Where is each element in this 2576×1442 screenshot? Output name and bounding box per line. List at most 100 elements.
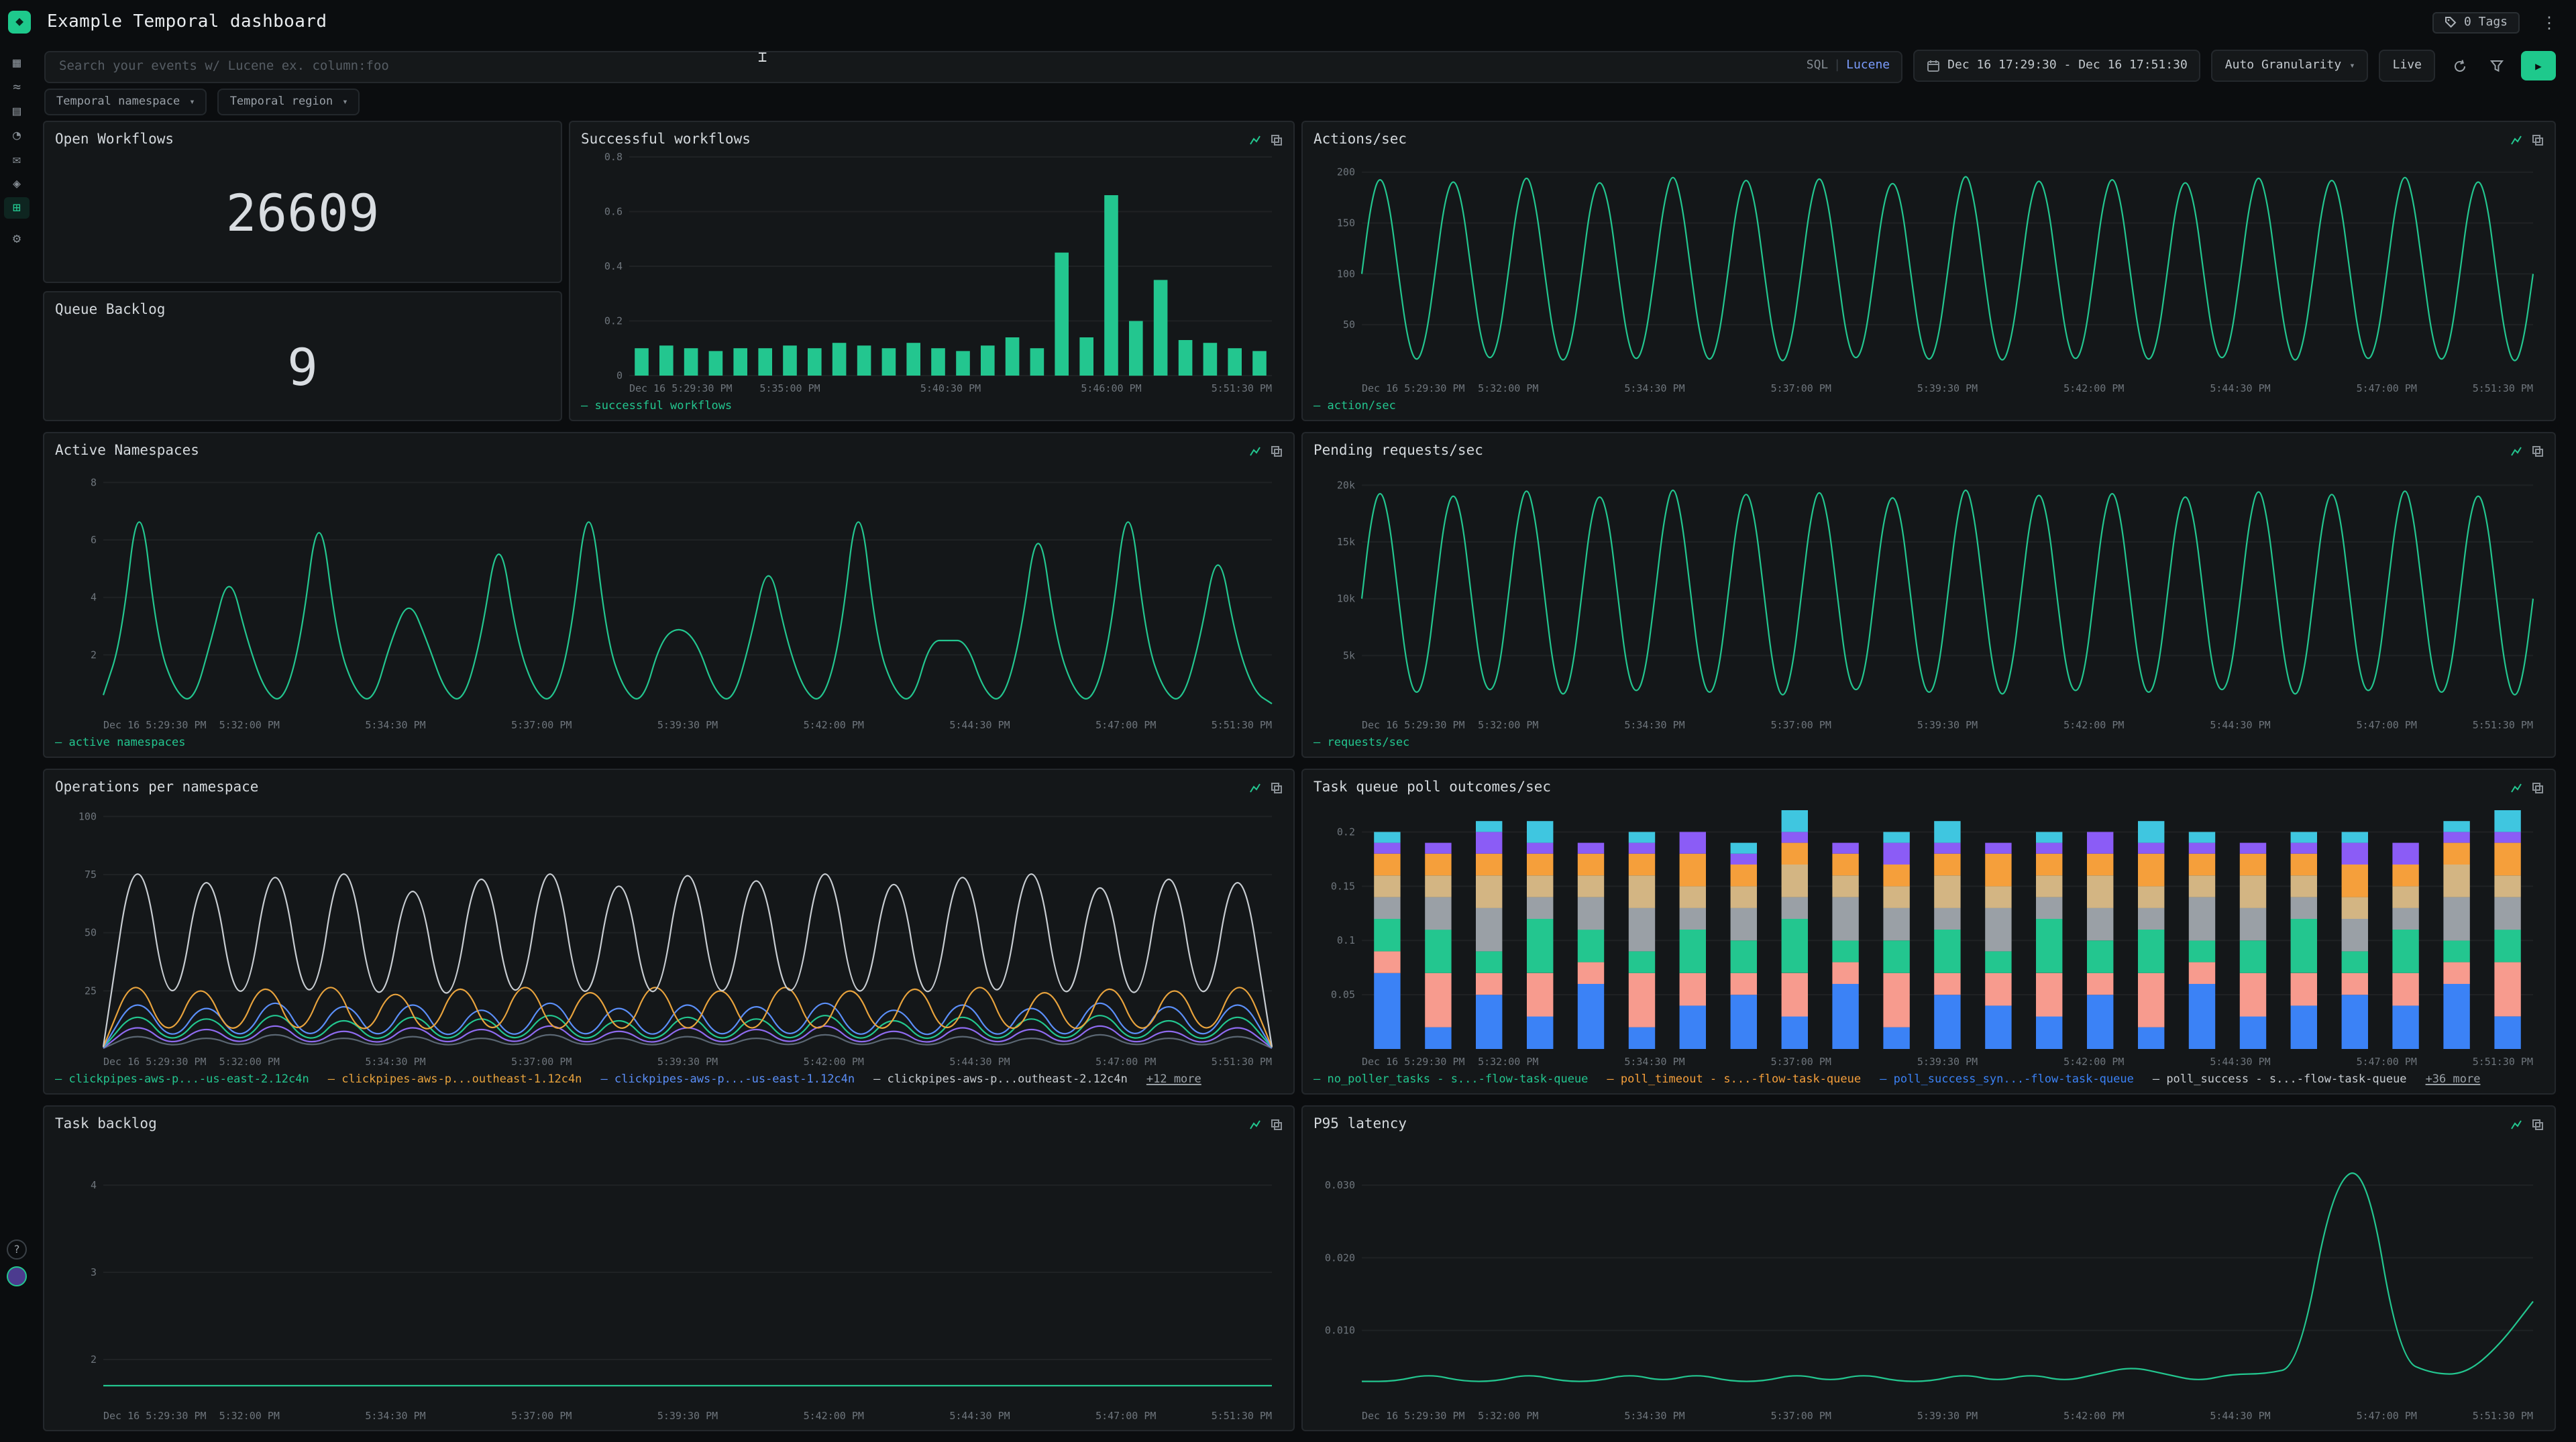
copy-panel-icon[interactable] — [1271, 781, 1283, 793]
nav-services-icon[interactable]: ◈ — [4, 173, 30, 195]
filter-temporal-region[interactable]: Temporal region ▾ — [218, 89, 360, 115]
legend-item[interactable]: — poll_timeout - s...-flow-task-queue — [1607, 1072, 1861, 1086]
pending-requests-chart[interactable]: 5k10k15k20kDec 16 5:29:30 PM5:32:00 PM5:… — [1313, 460, 2544, 734]
open-chart-icon[interactable] — [2510, 781, 2522, 793]
legend-item[interactable]: — poll_success - s...-flow-task-queue — [2153, 1072, 2407, 1086]
svg-text:0: 0 — [616, 370, 623, 382]
legend-item[interactable]: — no_poller_tasks - s...-flow-task-queue — [1313, 1072, 1588, 1086]
app-logo-icon[interactable]: ◆ — [8, 11, 31, 34]
chart-legend: — no_poller_tasks - s...-flow-task-queue… — [1313, 1070, 2544, 1088]
nav-dashboards-icon[interactable]: ⊞ — [4, 197, 30, 219]
svg-text:5:34:30 PM: 5:34:30 PM — [365, 1410, 425, 1422]
legend-item[interactable]: — successful workflows — [581, 399, 732, 412]
open-chart-icon[interactable] — [1249, 133, 1261, 146]
copy-panel-icon[interactable] — [2532, 781, 2544, 793]
nav-settings-icon[interactable]: ⚙ — [4, 228, 30, 249]
svg-text:Dec 16 5:29:30 PM: Dec 16 5:29:30 PM — [103, 1410, 207, 1422]
svg-text:5:47:00 PM: 5:47:00 PM — [2357, 382, 2417, 394]
legend-item[interactable]: — active namespaces — [55, 736, 185, 749]
filter-button[interactable] — [2483, 50, 2510, 82]
svg-text:Dec 16 5:29:30 PM: Dec 16 5:29:30 PM — [1362, 1410, 1465, 1422]
copy-panel-icon[interactable] — [2532, 1118, 2544, 1130]
open-chart-icon[interactable] — [2510, 1118, 2522, 1130]
lucene-toggle[interactable]: Lucene — [1846, 59, 1890, 72]
legend-item[interactable]: — poll_success_syn...-flow-task-queue — [1880, 1072, 2134, 1086]
user-avatar[interactable] — [7, 1266, 27, 1286]
task-queue-poll-chart[interactable]: 0.050.10.150.2Dec 16 5:29:30 PM5:32:00 P… — [1313, 797, 2544, 1070]
p95-latency-chart[interactable]: 0.0100.0200.030Dec 16 5:29:30 PM5:32:00 … — [1313, 1133, 2544, 1425]
granularity-select[interactable]: Auto Granularity ▾ — [2212, 50, 2369, 82]
open-chart-icon[interactable] — [2510, 445, 2522, 457]
panel-title: Actions/sec — [1313, 131, 1407, 148]
svg-text:5:42:00 PM: 5:42:00 PM — [2063, 382, 2124, 394]
kebab-menu-button[interactable]: ⋮ — [2536, 13, 2563, 32]
open-chart-icon[interactable] — [1249, 781, 1261, 793]
svg-text:100: 100 — [78, 810, 97, 822]
filter-temporal-namespace[interactable]: Temporal namespace ▾ — [44, 89, 207, 115]
svg-text:5:35:00 PM: 5:35:00 PM — [759, 382, 820, 394]
open-chart-icon[interactable] — [1249, 1118, 1261, 1130]
refresh-button[interactable] — [2446, 50, 2473, 82]
svg-text:15k: 15k — [1337, 536, 1355, 548]
legend-item[interactable]: — action/sec — [1313, 399, 1396, 412]
sql-toggle[interactable]: SQL — [1807, 59, 1829, 72]
help-button[interactable]: ? — [7, 1239, 27, 1260]
chevron-down-icon: ▾ — [342, 97, 347, 107]
tags-button[interactable]: 0 Tags — [2433, 11, 2520, 33]
svg-text:5:47:00 PM: 5:47:00 PM — [2357, 1056, 2417, 1068]
toggle-divider: | — [1833, 59, 1841, 72]
svg-text:0.010: 0.010 — [1325, 1325, 1355, 1337]
svg-text:0.030: 0.030 — [1325, 1179, 1355, 1191]
nav-alerts-icon[interactable]: ◔ — [4, 125, 30, 146]
legend-item[interactable]: — clickpipes-aws-p...outheast-2.12c4n — [873, 1072, 1128, 1086]
panel-title: Operations per namespace — [55, 779, 258, 795]
svg-text:Dec 16 5:29:30 PM: Dec 16 5:29:30 PM — [1362, 719, 1465, 731]
legend-item[interactable]: — clickpipes-aws-p...outheast-1.12c4n — [328, 1072, 582, 1086]
panel-title: Successful workflows — [581, 131, 751, 148]
legend-item[interactable]: — requests/sec — [1313, 736, 1409, 749]
nav-traces-icon[interactable]: ≈ — [4, 76, 30, 98]
queue-backlog-value: 9 — [55, 319, 550, 414]
copy-panel-icon[interactable] — [1271, 133, 1283, 146]
svg-text:5:51:30 PM: 5:51:30 PM — [1212, 719, 1272, 731]
operations-per-namespace-chart[interactable]: 255075100Dec 16 5:29:30 PM5:32:00 PM5:34… — [55, 797, 1283, 1070]
svg-text:5:44:30 PM: 5:44:30 PM — [949, 1410, 1010, 1422]
open-chart-icon[interactable] — [1249, 445, 1261, 457]
svg-text:5:42:00 PM: 5:42:00 PM — [804, 1056, 864, 1068]
svg-text:5:44:30 PM: 5:44:30 PM — [949, 1056, 1010, 1068]
chevron-down-icon: ▾ — [189, 97, 195, 107]
actions-sec-chart[interactable]: 50100150200Dec 16 5:29:30 PM5:32:00 PM5:… — [1313, 149, 2544, 397]
panel-title: Active Namespaces — [55, 443, 199, 459]
live-button[interactable]: Live — [2379, 50, 2435, 82]
nav-messages-icon[interactable]: ✉ — [4, 149, 30, 170]
panel-title: Task queue poll outcomes/sec — [1313, 779, 1551, 795]
nav-layouts-icon[interactable]: ▦ — [4, 52, 30, 74]
svg-text:3: 3 — [91, 1266, 97, 1278]
svg-text:5:51:30 PM: 5:51:30 PM — [1212, 382, 1272, 394]
successful-workflows-chart[interactable]: 00.20.40.60.8Dec 16 5:29:30 PM5:35:00 PM… — [581, 149, 1283, 397]
chart-legend: — active namespaces — [55, 734, 1283, 751]
copy-panel-icon[interactable] — [2532, 133, 2544, 146]
time-range-picker[interactable]: Dec 16 17:29:30 - Dec 16 17:51:30 — [1913, 50, 2201, 82]
copy-panel-icon[interactable] — [1271, 445, 1283, 457]
legend-item[interactable]: — clickpipes-aws-p...-us-east-2.12c4n — [55, 1072, 309, 1086]
copy-panel-icon[interactable] — [1271, 1118, 1283, 1130]
svg-text:10k: 10k — [1337, 593, 1355, 605]
refresh-icon — [2452, 58, 2467, 73]
svg-text:100: 100 — [1337, 268, 1355, 280]
copy-panel-icon[interactable] — [2532, 445, 2544, 457]
legend-item[interactable]: — clickpipes-aws-p...-us-east-1.12c4n — [600, 1072, 855, 1086]
task-backlog-chart[interactable]: 234Dec 16 5:29:30 PM5:32:00 PM5:34:30 PM… — [55, 1133, 1283, 1425]
run-query-button[interactable]: ▶ — [2521, 51, 2556, 80]
svg-text:25: 25 — [85, 985, 97, 997]
nav-logs-icon[interactable]: ▤ — [4, 101, 30, 122]
panel-operations-per-namespace: Operations per namespace 255075100Dec 16… — [43, 769, 1295, 1095]
legend-more-button[interactable]: +36 more — [2426, 1072, 2481, 1086]
search-input[interactable] — [44, 50, 1902, 82]
svg-text:5:34:30 PM: 5:34:30 PM — [1624, 719, 1684, 731]
legend-more-button[interactable]: +12 more — [1146, 1072, 1201, 1086]
open-chart-icon[interactable] — [2510, 133, 2522, 146]
active-namespaces-chart[interactable]: 2468Dec 16 5:29:30 PM5:32:00 PM5:34:30 P… — [55, 460, 1283, 734]
time-range-label: Dec 16 17:29:30 - Dec 16 17:51:30 — [1947, 59, 2188, 72]
svg-text:5:39:30 PM: 5:39:30 PM — [657, 719, 718, 731]
